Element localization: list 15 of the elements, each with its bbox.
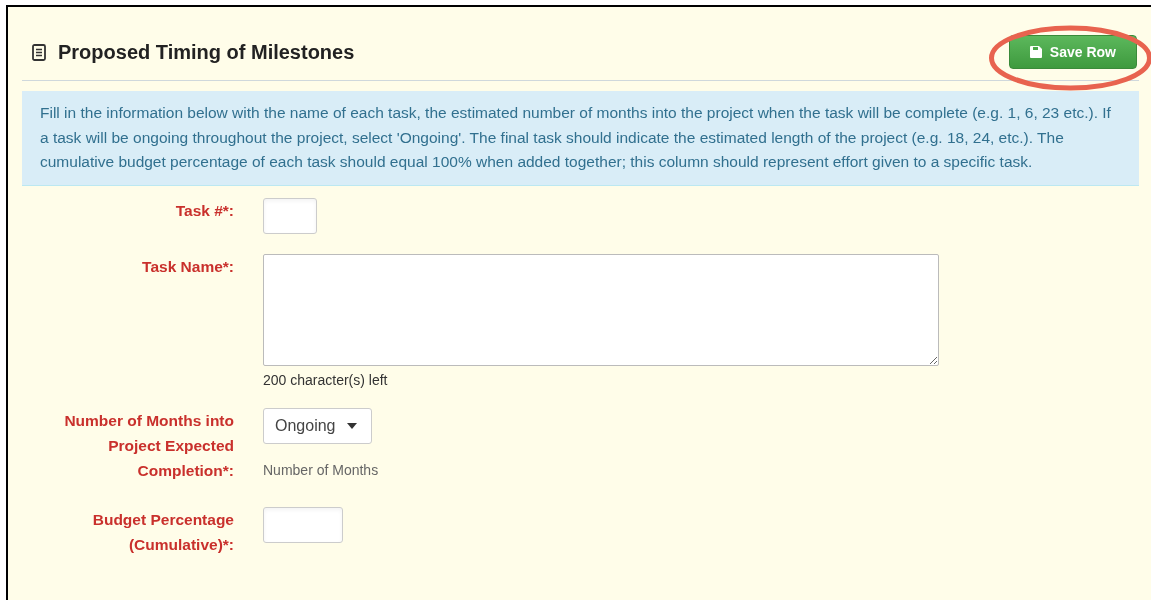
caret-icon bbox=[347, 422, 357, 429]
field-label: Task Name*: bbox=[141, 256, 234, 277]
character-counter: 200 character(s) left bbox=[263, 370, 389, 390]
panel-title: Proposed Timing of Milestones bbox=[58, 40, 355, 65]
task-name-field[interactable] bbox=[263, 253, 939, 366]
field-label: Number of Months into Project Expected Completion*: bbox=[63, 410, 234, 481]
help-text: Number of Months bbox=[263, 460, 379, 480]
info-message: Fill in the information below with the name of each task, the estimated number of months into the project when the task will be complete (e.g. 1, 6, 23 etc.). If a task will be ongoing throughout the project, select 'Ongoing'. The final task should indicate the estimated length of the project (e.g. 18, 24, etc.). The cumulative budget percentage of each task should equal 100% when added together; this column should represent effort given to a specific task. bbox=[22, 91, 1139, 186]
budget-percentage-field[interactable] bbox=[263, 506, 343, 543]
task-number-field[interactable] bbox=[263, 197, 317, 234]
field-label: Task #*: bbox=[174, 200, 234, 221]
document-icon bbox=[32, 43, 46, 61]
save-icon bbox=[1029, 46, 1042, 58]
field-label: Budget Percentage (Cumulative)*: bbox=[91, 509, 234, 555]
months-dropdown[interactable]: Ongoing bbox=[263, 407, 372, 444]
